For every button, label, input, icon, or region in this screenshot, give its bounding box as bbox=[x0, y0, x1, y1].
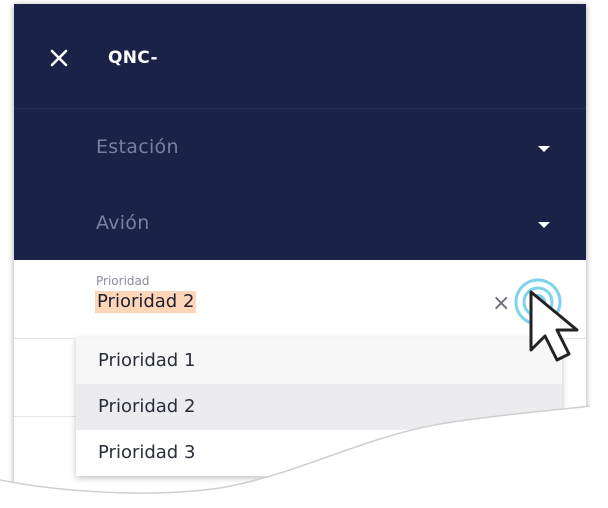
header-region: QNC- Estación Avión bbox=[14, 4, 586, 260]
priority-select[interactable]: Prioridad Prioridad 2 × bbox=[14, 260, 586, 339]
avion-select[interactable]: Avión bbox=[94, 206, 554, 246]
torn-edge bbox=[0, 404, 608, 508]
caret-down-icon bbox=[538, 146, 550, 152]
app-header: QNC- bbox=[14, 4, 586, 109]
priority-value: Prioridad 2 bbox=[95, 291, 197, 313]
close-icon[interactable] bbox=[48, 47, 70, 69]
estacion-label: Estación bbox=[96, 136, 179, 158]
clear-selection-icon[interactable]: × bbox=[492, 293, 510, 315]
estacion-select[interactable]: Estación bbox=[94, 130, 554, 170]
priority-label: Prioridad bbox=[96, 274, 150, 288]
mouse-cursor-icon bbox=[529, 290, 579, 362]
caret-down-icon bbox=[538, 222, 550, 228]
avion-label: Avión bbox=[96, 212, 150, 234]
option-prioridad-1[interactable]: Prioridad 1 bbox=[76, 338, 562, 384]
page-title: QNC- bbox=[108, 48, 158, 68]
